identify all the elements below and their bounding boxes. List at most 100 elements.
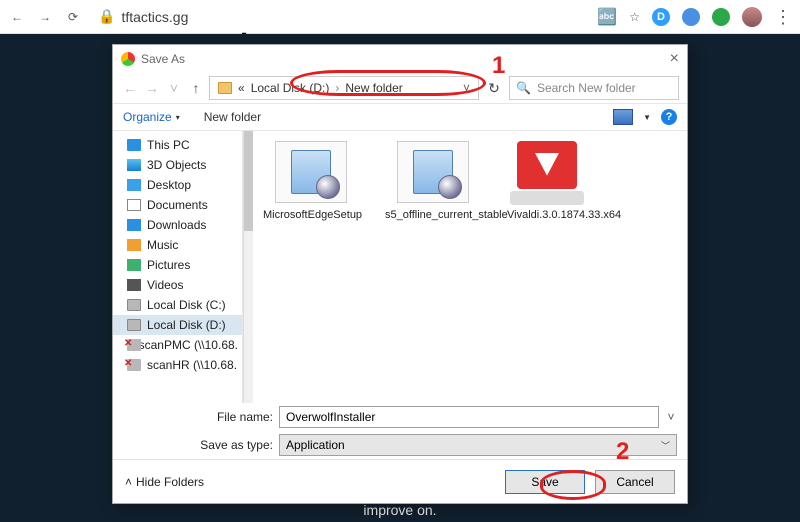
tree-item-label: 3D Objects [147,158,206,172]
tree-item-label: Downloads [147,218,206,232]
file-item[interactable]: s5_offline_current_stable [385,141,481,221]
breadcrumb-sep-1: › [335,81,339,95]
organize-menu[interactable]: Organize ▾ [123,110,180,124]
translate-icon[interactable]: 🔤 [597,7,617,27]
pic-icon [127,259,141,271]
view-mode-button[interactable] [613,109,633,125]
browser-reload-icon[interactable]: ⟳ [64,8,82,26]
browser-back-icon[interactable]: ← [8,8,26,26]
file-thumb [507,141,587,209]
file-label: MicrosoftEdgeSetup [263,209,359,221]
dialog-title: Save As [141,52,185,66]
breadcrumb-loc-1[interactable]: Local Disk (D:) [251,81,330,95]
tree-item-label: This PC [147,138,190,152]
help-icon[interactable]: ? [661,109,677,125]
dialog-footer: ˄ Hide Folders Save Cancel [113,459,687,503]
url-text: tftactics.gg [121,9,188,25]
breadcrumb-loc-2[interactable]: New folder [345,81,402,95]
tree-item[interactable]: This PC [113,135,242,155]
chrome-logo-icon [121,52,135,66]
tree-item-label: Videos [147,278,183,292]
tree-scrollbar[interactable] [243,131,253,403]
tree-item[interactable]: Local Disk (C:) [113,295,242,315]
address-bar[interactable]: 🔒 tftactics.gg [92,8,188,25]
tree-item[interactable]: Music [113,235,242,255]
filetype-select[interactable]: Application ﹀ [279,434,677,456]
chevron-up-icon: ˄ [125,475,132,489]
browser-forward-icon[interactable]: → [36,8,54,26]
tree-item[interactable]: scanHR (\\10.68. [113,355,242,375]
file-list-pane[interactable]: MicrosoftEdgeSetup s5_offline_current_sta… [253,131,687,403]
folder-tree: This PC 3D Objects Desktop Documents Downloa… [113,131,243,403]
save-as-dialog: Save As × ← → ˅ ↑ « Local Disk (D:) › Ne… [112,44,688,504]
search-placeholder: Search New folder [537,81,636,95]
save-button[interactable]: Save [505,470,585,494]
tree-item-label: scanHR (\\10.68. [147,358,237,372]
drive-icon [127,299,141,311]
view-mode-caret-icon[interactable]: ▼ [643,113,651,122]
nav-back-icon[interactable]: ← [121,80,139,96]
netx-icon [127,359,141,371]
search-input[interactable]: 🔍 Search New folder [509,76,679,100]
cancel-button[interactable]: Cancel [595,470,675,494]
monitor-icon [127,139,141,151]
tree-item[interactable]: Pictures [113,255,242,275]
filetype-label: Save as type: [123,438,273,452]
extension-disqus-icon[interactable]: D [652,8,670,26]
file-item[interactable]: MicrosoftEdgeSetup [263,141,359,221]
dialog-toolbar: Organize ▾ New folder ▼ ? [113,103,687,131]
tree-item[interactable]: scanPMC (\\10.68. [113,335,242,355]
filename-label: File name: [123,410,273,424]
tree-item[interactable]: 3D Objects [113,155,242,175]
breadcrumb-prefix: « [238,81,245,95]
browser-menu-icon[interactable]: ⋮ [774,12,792,22]
file-item[interactable]: Vivaldi.3.0.1874.33.x64 [507,141,603,221]
tree-item-label: Music [147,238,178,252]
chevron-down-icon: ▾ [176,113,180,122]
tree-item-label: Desktop [147,178,191,192]
lock-icon: 🔒 [98,8,115,25]
extension-gtranslate-icon[interactable] [682,8,700,26]
file-thumb [397,141,469,203]
browser-chrome: ← → ⟳ 🔒 tftactics.gg 🔤 ☆ D ⋮ [0,0,800,34]
nav-recent-caret-icon[interactable]: ˅ [165,80,183,96]
close-icon[interactable]: × [670,50,679,68]
view-controls: ▼ ? [613,109,677,125]
vid-icon [127,279,141,291]
dialog-body: This PC 3D Objects Desktop Documents Downloa… [113,131,687,403]
tree-item[interactable]: Local Disk (D:) [113,315,242,335]
nav-forward-icon[interactable]: → [143,80,161,96]
cube-icon [127,159,141,171]
drive-icon [127,319,141,331]
file-label: Vivaldi.3.0.1874.33.x64 [507,209,603,221]
filename-history-caret-icon[interactable]: ˅ [665,410,677,424]
dialog-titlebar: Save As × [113,45,687,73]
extension-green-icon[interactable] [712,8,730,26]
tree-item[interactable]: Videos [113,275,242,295]
tree-item-label: Documents [147,198,208,212]
desktop-icon [127,179,141,191]
extension-tray: 🔤 ☆ D ⋮ [597,7,792,27]
tree-item-label: Pictures [147,258,190,272]
filename-input[interactable] [279,406,659,428]
profile-avatar[interactable] [742,7,762,27]
tree-item[interactable]: Desktop [113,175,242,195]
dialog-nav-row: ← → ˅ ↑ « Local Disk (D:) › New folder ˅… [113,73,687,103]
nav-up-icon[interactable]: ↑ [187,80,205,96]
tree-item[interactable]: Downloads [113,215,242,235]
refresh-icon[interactable]: ↻ [483,80,505,97]
hide-folders-toggle[interactable]: ˄ Hide Folders [125,475,204,489]
breadcrumb[interactable]: « Local Disk (D:) › New folder ˅ [209,76,479,100]
file-thumb [275,141,347,203]
tree-item[interactable]: Documents [113,195,242,215]
tree-item-label: Local Disk (C:) [147,298,226,312]
filetype-row: Save as type: Application ﹀ [113,431,687,459]
bookmark-star-icon[interactable]: ☆ [629,10,640,24]
tree-item-label: Local Disk (D:) [147,318,226,332]
tree-item-label: scanPMC (\\10.68. [139,338,238,352]
file-label: s5_offline_current_stable [385,209,481,221]
breadcrumb-dropdown-icon[interactable]: ˅ [463,81,470,95]
folder-icon [218,82,232,94]
doc-icon [127,199,141,211]
new-folder-button[interactable]: New folder [204,110,261,124]
